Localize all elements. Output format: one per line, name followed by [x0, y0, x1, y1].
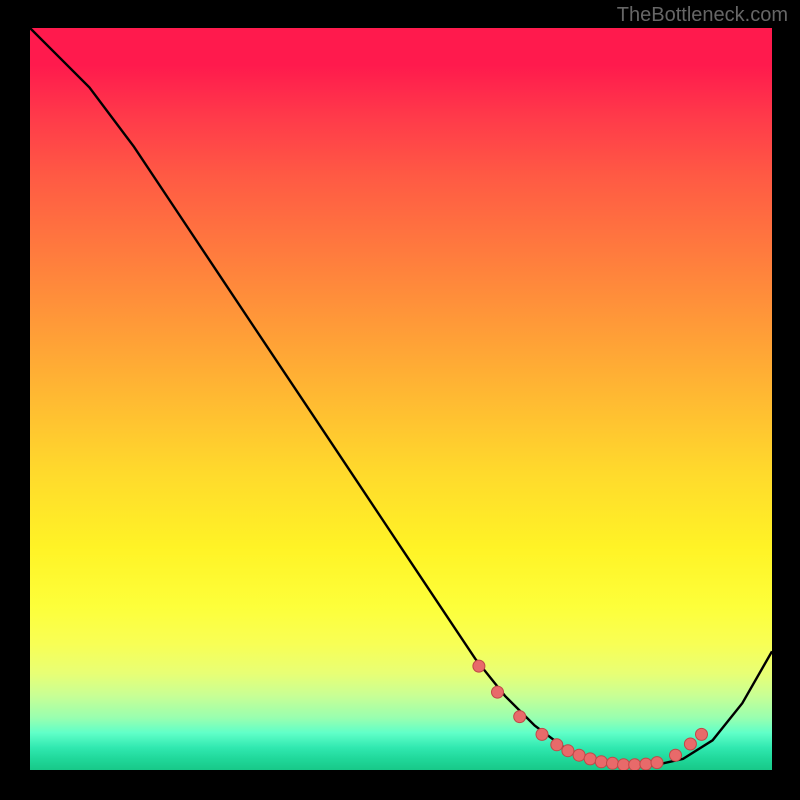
- chart-marker-dot: [684, 738, 696, 750]
- chart-marker-dot: [562, 745, 574, 757]
- chart-marker-dot: [595, 756, 607, 768]
- chart-marker-dot: [573, 749, 585, 761]
- chart-marker-dot: [640, 758, 652, 770]
- watermark-text: TheBottleneck.com: [617, 4, 788, 27]
- chart-marker-dot: [607, 757, 619, 769]
- chart-markers: [473, 660, 708, 770]
- chart-marker-dot: [492, 686, 504, 698]
- chart-marker-dot: [696, 728, 708, 740]
- chart-marker-dot: [618, 759, 630, 770]
- chart-overlay-svg: [30, 28, 772, 770]
- chart-plot-area: [30, 28, 772, 770]
- chart-marker-dot: [651, 757, 663, 769]
- chart-marker-dot: [536, 728, 548, 740]
- chart-curve: [30, 28, 772, 766]
- chart-marker-dot: [514, 711, 526, 723]
- chart-marker-dot: [584, 753, 596, 765]
- chart-marker-dot: [629, 759, 641, 770]
- chart-marker-dot: [670, 749, 682, 761]
- chart-marker-dot: [473, 660, 485, 672]
- chart-marker-dot: [551, 739, 563, 751]
